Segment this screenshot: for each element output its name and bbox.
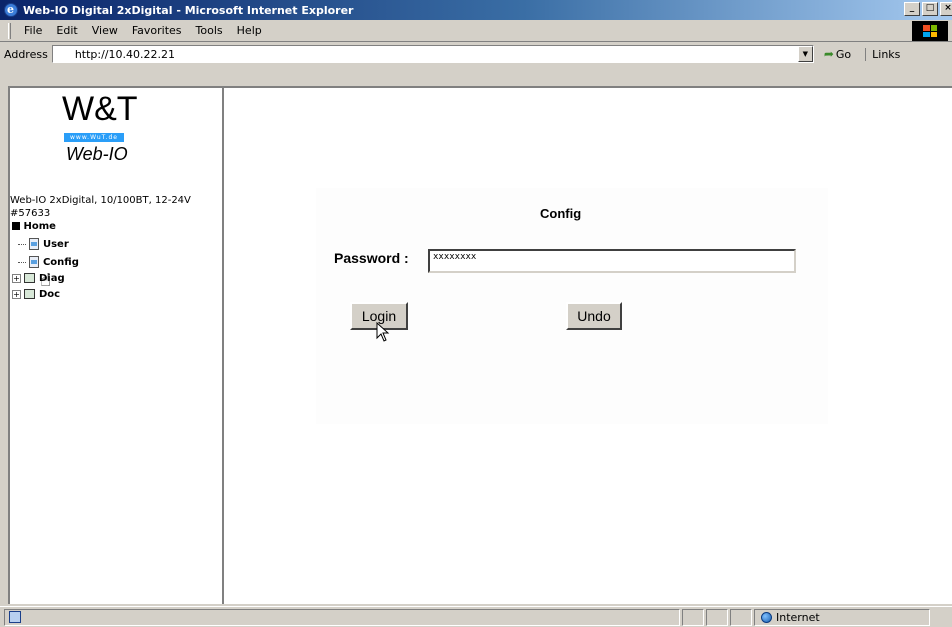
address-url: http://10.40.22.21 <box>74 47 175 61</box>
page-icon <box>29 256 40 268</box>
page-status-icon <box>9 611 21 623</box>
folder-icon <box>24 289 36 299</box>
tree-label-config: Config <box>42 257 79 268</box>
web-io-logo: Web-IO <box>66 144 128 164</box>
tree-item-diag[interactable]: + Diag <box>12 273 65 284</box>
menu-favorites[interactable]: Favorites <box>125 24 189 37</box>
undo-button[interactable]: Undo <box>566 302 622 330</box>
window-title: Web-IO Digital 2xDigital - Microsoft Int… <box>23 3 354 17</box>
go-label: Go <box>835 47 852 61</box>
address-dropdown-icon[interactable]: ▼ <box>797 46 813 62</box>
tree-item-doc[interactable]: + Doc <box>12 289 60 300</box>
status-cell <box>730 608 752 626</box>
menu-help[interactable]: Help <box>230 24 269 37</box>
tree-item-config[interactable]: Config <box>18 256 79 268</box>
go-arrow-icon: ➦ <box>823 47 834 61</box>
config-frame: Config Password : xxxxxxxx Login Undo <box>226 88 952 604</box>
maximize-button[interactable]: □ <box>922 2 938 16</box>
folder-icon <box>24 273 36 283</box>
hand-cursor-icon: ☝ <box>40 270 51 291</box>
password-label: Password : <box>334 250 409 266</box>
security-zone: Internet <box>754 608 930 626</box>
tree-label-user: User <box>42 239 69 250</box>
tree-label-home: Home <box>23 221 56 232</box>
menu-file[interactable]: File <box>17 24 49 37</box>
navigation-frame: W&T www.WuT.de Web-IO Web-IO 2xDigital, … <box>10 88 224 604</box>
menu-tools[interactable]: Tools <box>189 24 230 37</box>
page-title: Config <box>540 206 582 221</box>
expand-icon[interactable]: + <box>12 273 21 283</box>
wut-url-banner: www.WuT.de <box>64 133 124 142</box>
arrow-cursor-icon <box>376 322 390 342</box>
device-info: Web-IO 2xDigital, 10/100BT, 12-24V #5763… <box>10 194 222 220</box>
tree-item-user[interactable]: User <box>18 238 69 250</box>
zone-label: Internet <box>776 610 820 624</box>
address-bar: Address http://10.40.22.21 ▼ ➦ Go Links <box>0 43 952 65</box>
device-model: Web-IO 2xDigital, 10/100BT, 12-24V <box>10 195 191 206</box>
menu-bar: File Edit View Favorites Tools Help <box>0 20 952 42</box>
close-button[interactable]: × <box>940 2 952 16</box>
title-bar: e Web-IO Digital 2xDigital - Microsoft I… <box>0 0 952 20</box>
browser-content: W&T www.WuT.de Web-IO Web-IO 2xDigital, … <box>8 86 952 604</box>
status-cell <box>682 608 704 626</box>
wt-logo: W&T <box>62 90 138 128</box>
status-cell <box>706 608 728 626</box>
password-input[interactable]: xxxxxxxx <box>428 249 796 273</box>
status-text-area <box>4 608 680 626</box>
page-icon <box>29 238 40 250</box>
ie-icon: e <box>3 2 19 18</box>
toolbar-grip <box>8 22 11 39</box>
links-button[interactable]: Links <box>865 47 900 61</box>
address-input[interactable]: http://10.40.22.21 ▼ <box>51 45 814 63</box>
home-square-icon <box>12 222 20 230</box>
go-button[interactable]: ➦ Go <box>824 47 851 61</box>
expand-icon[interactable]: + <box>12 289 21 299</box>
windows-logo-icon <box>912 21 948 41</box>
menu-edit[interactable]: Edit <box>49 24 84 37</box>
minimize-button[interactable]: _ <box>904 2 920 16</box>
tree-connector <box>18 243 26 245</box>
window-controls: _ □ × <box>904 2 952 16</box>
menu-view[interactable]: View <box>85 24 125 37</box>
device-article: #57633 <box>10 208 51 219</box>
tree-item-home[interactable]: Home <box>12 221 56 232</box>
address-label: Address <box>4 47 48 61</box>
tree-connector <box>18 261 26 263</box>
status-bar: Internet <box>0 606 952 627</box>
globe-icon <box>761 611 772 623</box>
